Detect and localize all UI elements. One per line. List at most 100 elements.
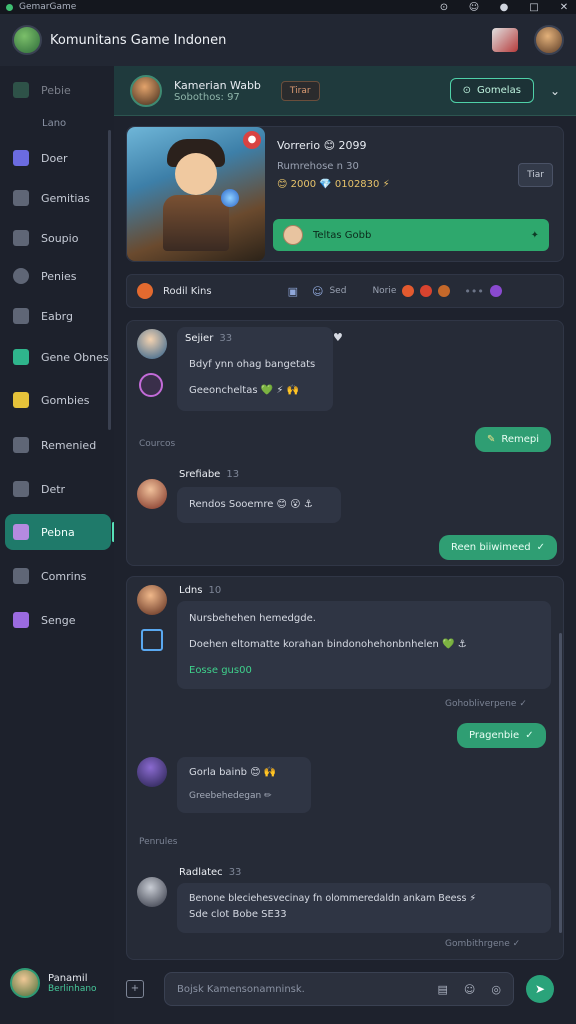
location-icon[interactable]: ⊙ xyxy=(438,2,450,13)
sidebar-item-8[interactable]: Remenied xyxy=(5,427,111,463)
play-icon xyxy=(13,190,29,206)
sidebar-item-1[interactable]: Doer xyxy=(5,140,111,176)
message-author: Ldns 10 xyxy=(179,585,221,596)
controller-icon xyxy=(13,349,29,365)
featured-game-card: ● Vorrerio 😊 2099 Rumrehose n 30 😊 2000 … xyxy=(126,126,564,262)
hero-title: Vorrerio 😊 2099 xyxy=(277,139,367,152)
orb-icon xyxy=(221,189,239,207)
hero-character-image[interactable]: ● xyxy=(127,127,265,261)
hero-action-button[interactable]: Teltas Gobb ✦ xyxy=(273,219,549,251)
community-avatar[interactable] xyxy=(12,25,42,55)
puzzle-icon xyxy=(13,612,29,628)
sidebar-item-2[interactable]: Gemitias xyxy=(5,180,111,216)
read-receipt-text: Gombithrgene xyxy=(445,939,510,949)
sidebar-item-label: Remenied xyxy=(41,438,97,452)
sidebar-item-11[interactable]: Comrins xyxy=(5,558,111,594)
hero-option-button[interactable]: Tiar xyxy=(518,163,553,187)
chat-icon xyxy=(13,150,29,166)
sidebar-item-9[interactable]: Detr xyxy=(5,471,111,507)
emoji-icon[interactable]: ☺ xyxy=(312,285,323,298)
channel-subtitle: Sobothos: 97 xyxy=(174,91,240,103)
sidebar: Pebie Lano Doer Gemitias Soupio Penies E… xyxy=(0,66,115,1024)
user-avatar[interactable] xyxy=(534,25,564,55)
sidebar-item-label: Gemitias xyxy=(41,191,90,205)
message-avatar[interactable] xyxy=(137,479,167,509)
sidebar-item-12[interactable]: Senge xyxy=(5,602,111,638)
sticker-icon[interactable]: ◎ xyxy=(491,983,501,996)
hero-stats: 😊 2000 💎 0102830 ⚡ xyxy=(277,179,390,190)
sidebar-item-label: Pebna xyxy=(41,525,75,539)
chat-panel-1: Sejier 33 Bdyf ynn ohag bangetats Geeonch… xyxy=(126,320,564,566)
sidebar-item-label: Penies xyxy=(41,269,77,283)
sidebar-item-3[interactable]: Soupio xyxy=(5,220,111,256)
message-avatar[interactable] xyxy=(137,877,167,907)
outgoing-text: Remepi xyxy=(501,434,540,445)
message-composer: + Bojsk Kamensonamninsk. ▤ ☺ ◎ ➤ xyxy=(126,966,564,1012)
reaction-star-icon[interactable] xyxy=(438,285,451,297)
sidebar-section-label: Lano xyxy=(42,118,67,129)
channel-name: Kamerian Wabb xyxy=(174,78,261,92)
gem-icon xyxy=(13,524,29,540)
reaction-heart-icon[interactable] xyxy=(420,285,433,297)
notification-icon[interactable]: ● xyxy=(498,2,510,13)
check-icon: ✓ xyxy=(525,730,534,741)
read-receipt-text: Gohobliverpene xyxy=(445,699,517,709)
chevron-down-icon[interactable]: ⌄ xyxy=(550,84,560,98)
check-icon: ✓ xyxy=(512,939,521,949)
send-button[interactable]: ➤ xyxy=(526,975,554,1003)
sidebar-item-4[interactable]: Penies xyxy=(5,258,111,294)
sidebar-item-6[interactable]: Gene Obnes xyxy=(5,339,111,375)
like-icon[interactable]: ♥ xyxy=(333,331,343,344)
shield-icon xyxy=(13,481,29,497)
sidebar-scrollbar[interactable] xyxy=(108,130,111,430)
main-panel: Kamerian Wabb Sobothos: 97 Tirar ⊙ Gomel… xyxy=(114,66,576,1024)
calendar-icon xyxy=(13,568,29,584)
hero-badge: ● xyxy=(243,131,261,149)
profile-thumb-icon[interactable]: ☺ xyxy=(468,2,480,13)
join-button[interactable]: ⊙ Gomelas xyxy=(449,78,534,103)
message-time: 33 xyxy=(228,867,242,878)
reaction-gem-icon[interactable] xyxy=(489,285,502,297)
message-avatar[interactable] xyxy=(137,329,167,359)
gif-icon[interactable]: ▤ xyxy=(438,983,448,996)
attachment-icon[interactable]: + xyxy=(126,980,144,998)
sidebar-item-10[interactable]: Pebna xyxy=(5,514,115,550)
emoji-icon[interactable]: ☺ xyxy=(464,983,475,996)
sidebar-item-label: Senge xyxy=(41,613,76,627)
sidebar-item-5[interactable]: Eabrg xyxy=(5,298,111,334)
image-icon[interactable]: ▣ xyxy=(288,285,298,298)
group-icon xyxy=(13,230,29,246)
game-badge-icon xyxy=(139,373,163,397)
chat-scrollbar[interactable] xyxy=(559,633,562,933)
message-text: Benone bleciehesvecinay fn olommeredaldn… xyxy=(189,893,477,904)
message-avatar[interactable] xyxy=(137,585,167,615)
close-icon[interactable]: ✕ xyxy=(558,2,570,13)
filter-icon-text: Sed xyxy=(329,286,347,296)
message-author: Srefiabe 13 xyxy=(179,469,239,480)
current-user-profile[interactable]: Panamil Berlinhano xyxy=(10,968,97,998)
sidebar-item-label: Gombies xyxy=(41,393,90,407)
sidebar-item-7[interactable]: Gombies xyxy=(5,382,111,418)
message-avatar[interactable] xyxy=(137,757,167,787)
message-input[interactable]: Bojsk Kamensonamninsk. ▤ ☺ ◎ xyxy=(164,972,514,1006)
profile-avatar[interactable] xyxy=(10,968,40,998)
outgoing-message: Pragenbie ✓ xyxy=(457,723,546,748)
message-text: Eosse gus00 xyxy=(189,665,252,676)
message-text: Doehen eltomatte korahan bindonohehonbnh… xyxy=(189,639,467,650)
message-text: Nursbehehen hemedgde. xyxy=(189,613,316,624)
mail-icon xyxy=(141,629,163,651)
mascot-icon[interactable] xyxy=(492,28,518,52)
outgoing-text: Pragenbie xyxy=(469,730,520,741)
sidebar-item-0[interactable]: Pebie xyxy=(5,72,111,108)
reaction-fire-icon[interactable] xyxy=(402,285,415,297)
channel-avatar[interactable] xyxy=(130,74,162,107)
channel-header: Kamerian Wabb Sobothos: 97 Tirar ⊙ Gomel… xyxy=(114,66,576,116)
author-name: Ldns xyxy=(179,585,203,596)
sidebar-item-label: Doer xyxy=(41,151,68,165)
more-icon[interactable]: ••• xyxy=(464,285,483,298)
profile-name: Panamil xyxy=(48,972,88,984)
maximize-icon[interactable]: □ xyxy=(528,2,540,13)
channel-tag[interactable]: Tirar xyxy=(280,80,320,101)
message-time: 10 xyxy=(208,585,222,596)
sidebar-item-label: Gene Obnes xyxy=(41,350,109,364)
